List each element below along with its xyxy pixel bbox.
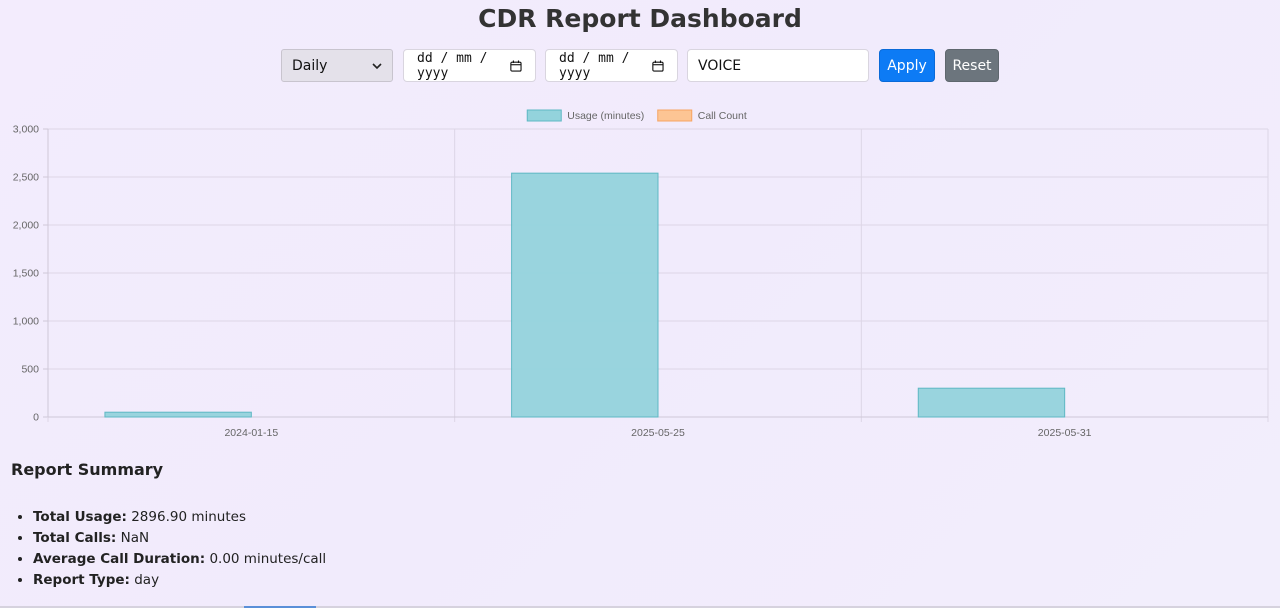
y-tick-label: 2,000 [13, 220, 39, 232]
y-tick-label: 1,500 [13, 268, 39, 280]
y-tick-label: 500 [21, 364, 39, 376]
legend-label: Call Count [698, 110, 747, 122]
x-tick-label: 2025-05-31 [1038, 427, 1092, 439]
summary-item-report-type: Report Type: day [33, 570, 326, 591]
summary-item-avg-duration: Average Call Duration: 0.00 minutes/call [33, 549, 326, 570]
bar-usage-2025-05-31 [917, 387, 1066, 418]
bar-usage-2025-05-25 [511, 172, 659, 418]
usage-bar-chart: 0 500 1,000 1,500 2,000 2,500 3,000 2024-01-15 2… [13, 109, 1269, 439]
y-tick-label: 1,000 [13, 316, 39, 328]
report-summary: Report Summary Total Usage: 2896.90 minu… [11, 460, 326, 591]
legend-swatch [657, 109, 693, 122]
x-tick-label: 2025-05-25 [631, 427, 685, 439]
summary-item-total-usage: Total Usage: 2896.90 minutes [33, 507, 326, 528]
summary-heading: Report Summary [11, 460, 164, 479]
legend-label: Usage (minutes) [567, 110, 644, 122]
summary-list: Total Usage: 2896.90 minutes Total Calls… [11, 507, 326, 591]
legend-swatch [526, 109, 562, 122]
x-tick-label: 2024-01-15 [224, 427, 278, 439]
summary-item-total-calls: Total Calls: NaN [33, 528, 326, 549]
y-tick-label: 0 [33, 412, 39, 424]
bar-usage-2024-01-15 [104, 411, 252, 418]
y-tick-label: 3,000 [13, 124, 39, 136]
y-tick-label: 2,500 [13, 172, 39, 184]
